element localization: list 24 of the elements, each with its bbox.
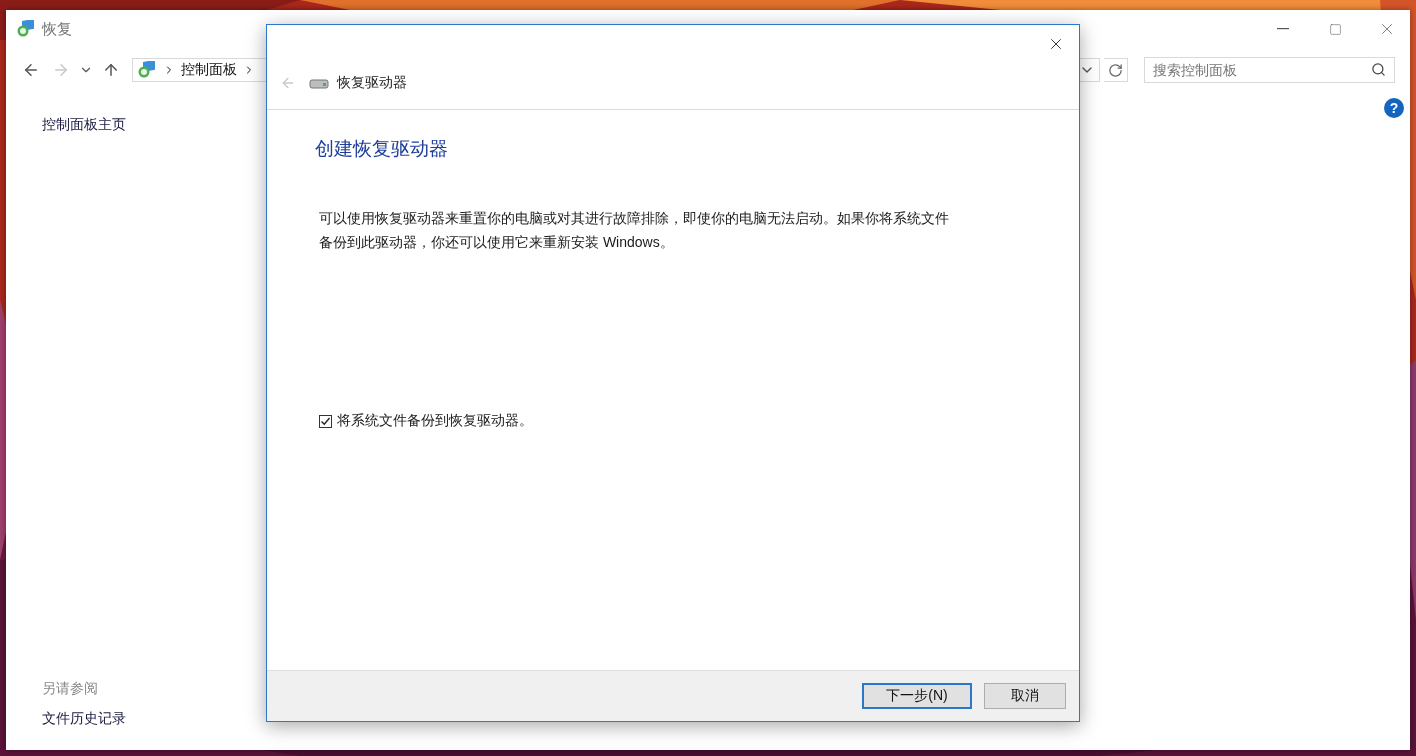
refresh-icon <box>1108 62 1123 78</box>
maximize-icon <box>1328 22 1342 36</box>
dialog-title: 恢复驱动器 <box>337 74 407 92</box>
next-button[interactable]: 下一步(N) <box>862 683 972 709</box>
checkbox[interactable] <box>319 414 332 428</box>
see-also-heading: 另请参阅 <box>42 680 99 698</box>
refresh-button[interactable] <box>1104 58 1128 82</box>
search-icon <box>1371 62 1386 77</box>
sidebar-link[interactable]: 文件历史记录 <box>42 710 256 728</box>
window-title: 恢复 <box>42 19 73 39</box>
description: 可以使用恢复驱动器来重置你的电脑或对其进行故障排除，即使你的电脑无法启动。如果你将系统文件备份到此驱动器，你还可以使用它来重新安装 Windows。 <box>319 209 950 252</box>
search-field[interactable]: 搜索控制面板 <box>1144 57 1395 83</box>
dialog-heading: 创建恢复驱动器 <box>315 137 449 161</box>
cancel-button[interactable]: 取消 <box>984 683 1066 709</box>
arrow-right-icon <box>52 61 70 79</box>
help-button[interactable]: ? <box>1384 98 1404 118</box>
checkbox-label: 将系统文件备份到恢复驱动器。 <box>337 412 533 430</box>
control-panel-icon <box>137 61 157 79</box>
control-panel-icon <box>16 20 36 38</box>
sidebar-link[interactable]: 控制面板主页 <box>42 116 256 134</box>
drive-icon <box>309 77 329 89</box>
arrow-left-icon <box>280 75 296 91</box>
minimize-icon <box>1277 28 1289 30</box>
breadcrumb[interactable]: 控制面板 <box>181 61 237 79</box>
